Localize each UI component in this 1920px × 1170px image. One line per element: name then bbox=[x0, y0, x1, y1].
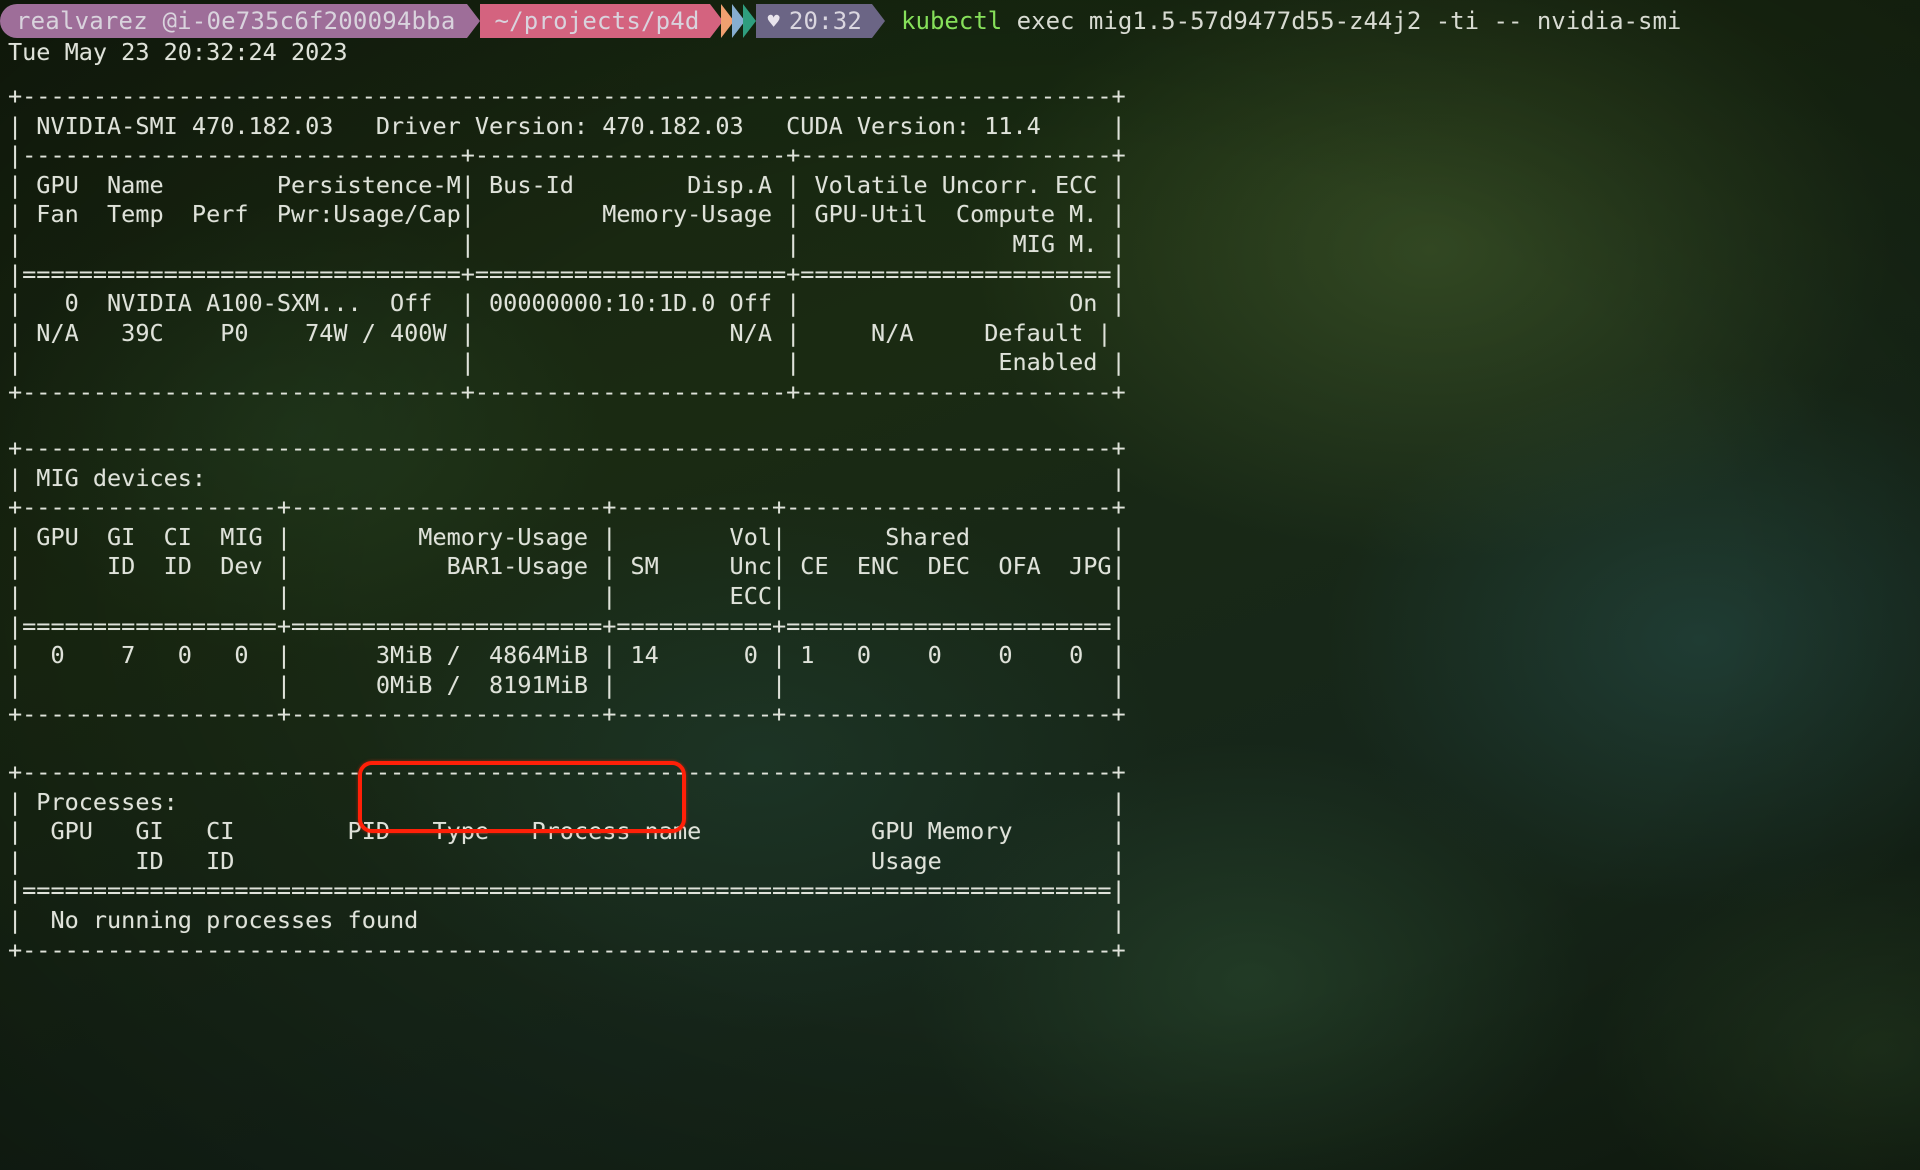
command-keyword: kubectl bbox=[901, 7, 1003, 35]
prompt-time-label: 20:32 bbox=[788, 7, 863, 35]
heart-icon: ♥ bbox=[767, 9, 780, 33]
nvidia-smi-summary-table: +---------------------------------------… bbox=[8, 82, 1126, 406]
datestamp: Tue May 23 20:32:24 2023 bbox=[8, 38, 348, 66]
prompt-user-host: realvarez @i-0e735c6f200094bba bbox=[0, 4, 468, 38]
command-arguments: exec mig1.5-57d9477d55-z44j2 -ti -- nvid… bbox=[1002, 7, 1682, 35]
command-line[interactable]: kubectl exec mig1.5-57d9477d55-z44j2 -ti… bbox=[901, 4, 1681, 38]
prompt-arrow-time bbox=[872, 4, 886, 38]
processes-table: +---------------------------------------… bbox=[8, 758, 1126, 964]
prompt-time-segment: ♥ 20:32 bbox=[755, 4, 873, 38]
prompt-path: ~/projects/p4d bbox=[480, 4, 710, 38]
prompt-arrow-teal bbox=[742, 4, 756, 38]
prompt-arrow-user bbox=[467, 4, 481, 38]
mig-devices-table: +---------------------------------------… bbox=[8, 434, 1126, 729]
powerline-prompt: realvarez @i-0e735c6f200094bba ~/project… bbox=[0, 4, 1681, 38]
terminal-window[interactable]: realvarez @i-0e735c6f200094bba ~/project… bbox=[0, 0, 1920, 1170]
